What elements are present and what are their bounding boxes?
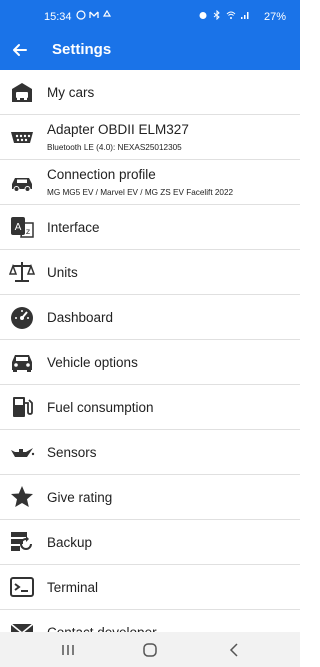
- menu-item-label: Sensors: [47, 445, 97, 460]
- menu-item-label: Adapter OBDII ELM327: [47, 122, 189, 137]
- menu-item-label: Fuel consumption: [47, 400, 154, 415]
- menu-item-backup[interactable]: Backup: [0, 520, 300, 565]
- garage-car-icon: [12, 83, 32, 102]
- recycle-icon: [102, 10, 112, 17]
- arrow-back-icon[interactable]: [10, 40, 30, 60]
- whatsapp-icon: [76, 10, 86, 20]
- alarm-icon: [199, 12, 207, 19]
- gmail-icon: [89, 11, 99, 18]
- menu-item-sublabel: MG MG5 EV / Marvel EV / MG ZS EV Facelif…: [47, 188, 234, 197]
- menu-item-label: Backup: [47, 535, 93, 550]
- svg-text:z: z: [26, 227, 30, 236]
- system-nav-bar: [0, 632, 300, 667]
- status-bar: 15:34 27%: [0, 0, 300, 32]
- speedometer-icon: [11, 307, 33, 329]
- menu-item-interface[interactable]: Az Interface: [0, 205, 300, 250]
- menu-item-label: Interface: [47, 220, 100, 235]
- recents-icon[interactable]: [58, 640, 78, 660]
- menu-item-label: Connection profile: [47, 167, 156, 182]
- menu-item-sublabel: Bluetooth LE (4.0): NEXAS25012305: [47, 143, 182, 152]
- signal-icon: [241, 12, 249, 19]
- menu-item-terminal[interactable]: Terminal: [0, 565, 300, 610]
- menu-item-give-rating[interactable]: Give rating: [0, 475, 300, 520]
- app-bar: Settings: [0, 32, 300, 70]
- menu-item-label: Dashboard: [47, 310, 114, 325]
- battery-level: 27%: [263, 11, 286, 23]
- menu-item-vehicle-options[interactable]: Vehicle options: [0, 340, 300, 385]
- svg-text:A: A: [15, 222, 22, 233]
- page-title: Settings: [52, 41, 112, 58]
- menu-item-connection-profile[interactable]: Connection profile MG MG5 EV / Marvel EV…: [0, 160, 300, 205]
- scale-icon: [9, 262, 35, 282]
- menu-item-label: Give rating: [47, 490, 113, 505]
- menu-item-label: Terminal: [47, 580, 99, 595]
- home-icon[interactable]: [140, 640, 160, 660]
- bluetooth-icon: [213, 10, 220, 20]
- translate-icon: Az: [11, 217, 34, 238]
- menu-item-label: My cars: [47, 85, 95, 100]
- backup-restore-icon: [11, 532, 32, 551]
- menu-item-label: Units: [47, 265, 78, 280]
- status-left-icons: [76, 10, 112, 20]
- obd-connector-icon: [11, 132, 33, 143]
- status-time: 15:34: [44, 11, 72, 23]
- menu-item-dashboard[interactable]: Dashboard: [0, 295, 300, 340]
- wifi-icon: [226, 11, 236, 19]
- menu-item-label: Vehicle options: [47, 355, 138, 370]
- menu-item-my-cars[interactable]: My cars: [0, 70, 300, 115]
- menu-item-fuel-consumption[interactable]: Fuel consumption: [0, 385, 300, 430]
- menu-item-units[interactable]: Units: [0, 250, 300, 295]
- settings-list: My cars Adapter OBDII ELM327 Bluetooth L…: [0, 70, 300, 654]
- menu-item-adapter[interactable]: Adapter OBDII ELM327 Bluetooth LE (4.0):…: [0, 115, 300, 160]
- status-right-icons: [198, 10, 250, 20]
- oil-can-icon: [11, 448, 35, 457]
- car-icon: [12, 178, 32, 192]
- menu-item-sensors[interactable]: Sensors: [0, 430, 300, 475]
- star-icon: [11, 486, 33, 507]
- fuel-pump-icon: [13, 397, 33, 417]
- car-front-icon: [12, 355, 32, 372]
- terminal-icon: [10, 577, 34, 597]
- back-icon[interactable]: [224, 640, 244, 660]
